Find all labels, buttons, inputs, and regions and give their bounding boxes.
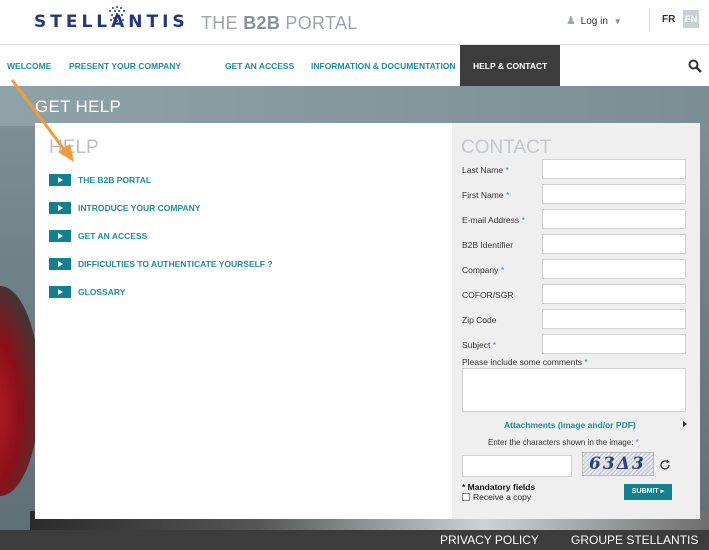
- required-marker: *: [584, 357, 588, 367]
- first-name-field[interactable]: [542, 184, 686, 204]
- play-arrow-icon: [49, 258, 71, 270]
- required-marker: *: [505, 165, 509, 175]
- help-item-introduce-company[interactable]: INTRODUCE YOUR COMPANY: [49, 201, 200, 215]
- last-name-field[interactable]: [542, 159, 686, 179]
- required-marker: *: [500, 265, 505, 275]
- field-label-text: Subject: [462, 340, 491, 350]
- contact-section-title: CONTACT: [461, 137, 552, 158]
- play-arrow-icon: [49, 286, 71, 298]
- portal-title-suffix: PORTAL: [280, 13, 358, 33]
- cofor-sgr-label: COFOR/SGR: [462, 290, 513, 300]
- field-label-text: E-mail Address: [462, 215, 520, 225]
- comments-textarea[interactable]: [462, 368, 686, 412]
- play-arrow-icon: [49, 202, 71, 214]
- field-label-text: Last Name: [462, 165, 504, 175]
- help-item-b2b-portal[interactable]: THE B2B PORTAL: [49, 173, 151, 187]
- help-item-label: GET AN ACCESS: [78, 231, 148, 241]
- submit-button[interactable]: SUBMIT ▸: [624, 484, 672, 500]
- b2b-identifier-label: B2B Identifier: [462, 240, 513, 250]
- required-marker: *: [635, 438, 639, 447]
- email-label: E-mail Address *: [462, 215, 525, 225]
- zip-code-field[interactable]: [542, 309, 686, 329]
- top-bar: STELLANTIS THE B2B PORTAL ♟ Log in ▼ FR …: [0, 0, 709, 44]
- play-arrow-icon: [49, 230, 71, 242]
- captcha-input[interactable]: [462, 455, 572, 477]
- footer: PRIVACY POLICY GROUPE STELLANTIS: [0, 530, 709, 550]
- stellantis-emblem-icon: [109, 6, 125, 25]
- privacy-policy-link[interactable]: PRIVACY POLICY: [440, 533, 539, 547]
- required-marker: *: [505, 190, 510, 200]
- receive-copy-label: Receive a copy: [473, 492, 532, 502]
- nav-item-get-an-access[interactable]: GET AN ACCESS: [225, 45, 294, 87]
- help-item-label: THE B2B PORTAL: [78, 175, 152, 185]
- play-arrow-icon: [49, 174, 71, 186]
- portal-title: THE B2B PORTAL: [201, 13, 358, 34]
- portal-title-bold: B2B: [243, 13, 281, 33]
- language-fr[interactable]: FR: [662, 14, 675, 25]
- login-label: Log in: [580, 16, 608, 27]
- captcha-image: 63Δ3: [582, 452, 654, 476]
- chevron-down-icon: ▼: [613, 17, 622, 26]
- captcha-hint: Enter the characters shown in the image:…: [488, 438, 639, 447]
- field-label-text: First Name: [462, 190, 504, 200]
- help-item-label: INTRODUCE YOUR COMPANY: [78, 203, 201, 213]
- b2b-identifier-field[interactable]: [542, 234, 686, 254]
- groupe-stellantis-link[interactable]: GROUPE STELLANTIS: [571, 533, 698, 547]
- cofor-sgr-field[interactable]: [542, 284, 686, 304]
- refresh-icon[interactable]: [659, 459, 671, 471]
- last-name-label: Last Name *: [462, 165, 509, 175]
- zip-code-label: Zip Code: [462, 315, 497, 325]
- company-field[interactable]: [542, 259, 686, 279]
- receive-copy-checkbox[interactable]: [462, 493, 470, 501]
- comments-label: Please include some comments *: [462, 357, 588, 367]
- nav-item-information-documentation[interactable]: INFORMATION & DOCUMENTATION: [311, 45, 455, 87]
- search-icon[interactable]: [688, 59, 702, 73]
- help-item-glossary[interactable]: GLOSSARY: [49, 285, 125, 299]
- login-menu[interactable]: ♟ Log in ▼: [566, 14, 622, 27]
- mandatory-fields-note: * Mandatory fields: [462, 482, 536, 492]
- field-label-text: Please include some comments: [462, 357, 583, 367]
- field-label-text: B2B Identifier: [462, 240, 514, 250]
- help-item-get-access[interactable]: GET AN ACCESS: [49, 229, 147, 243]
- help-item-difficulties-authenticate[interactable]: DIFFICULTIES TO AUTHENTICATE YOURSELF ?: [49, 257, 273, 271]
- subject-label: Subject *: [462, 340, 496, 350]
- language-en[interactable]: EN: [683, 10, 699, 28]
- help-item-label: GLOSSARY: [78, 287, 126, 297]
- field-label-text: COFOR/SGR: [462, 290, 514, 300]
- company-label: Company *: [462, 265, 504, 275]
- subject-field[interactable]: [542, 334, 686, 354]
- field-label-text: Company: [462, 265, 499, 275]
- required-marker: *: [492, 340, 497, 350]
- chevron-right-icon[interactable]: [683, 421, 687, 427]
- divider: [649, 8, 650, 32]
- required-marker: *: [521, 215, 525, 225]
- submit-label: SUBMIT: [631, 488, 659, 495]
- portal-title-prefix: THE: [201, 13, 244, 33]
- field-label-text: Zip Code: [462, 315, 497, 325]
- main-nav: WELCOME PRESENT YOUR COMPANY GET AN ACCE…: [0, 44, 709, 87]
- user-icon: ♟: [566, 15, 576, 27]
- first-name-label: First Name *: [462, 190, 509, 200]
- email-field[interactable]: [542, 209, 686, 229]
- receive-copy-row[interactable]: Receive a copy: [462, 492, 531, 502]
- attachments-link[interactable]: Attachments (image and/or PDF): [504, 420, 636, 430]
- captcha-hint-text: Enter the characters shown in the image:: [488, 438, 634, 447]
- nav-item-help-contact[interactable]: HELP & CONTACT: [460, 45, 561, 87]
- background-car-image: [0, 286, 40, 496]
- help-item-label: DIFFICULTIES TO AUTHENTICATE YOURSELF ?: [78, 259, 273, 269]
- annotation-arrow-icon: [10, 79, 74, 162]
